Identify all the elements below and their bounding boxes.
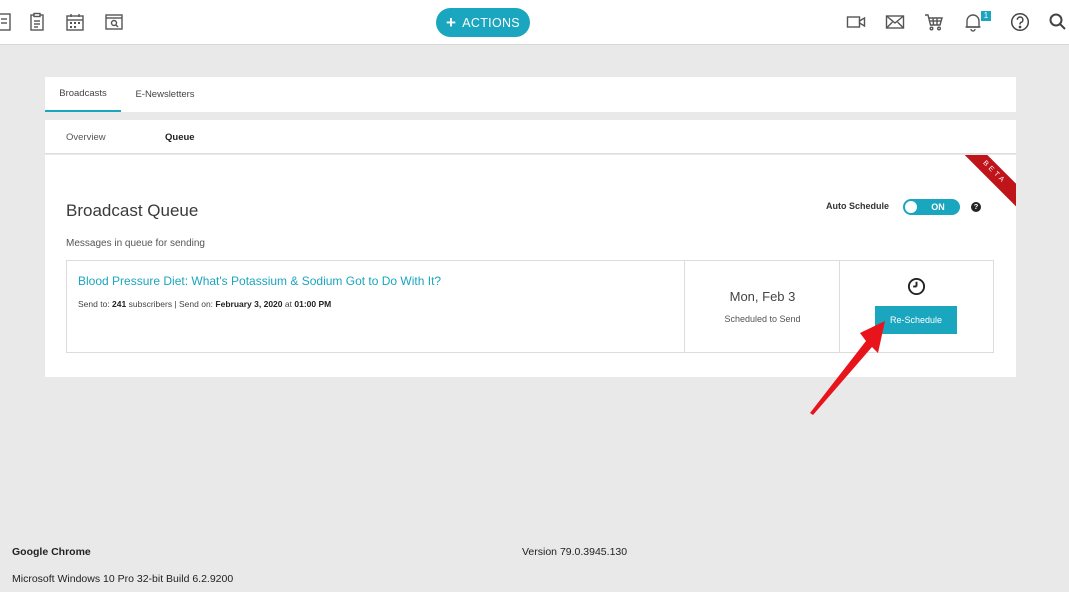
toggle-state: ON — [931, 202, 945, 212]
page-subtitle: Messages in queue for sending — [66, 238, 205, 249]
browser-name: Google Chrome — [12, 546, 91, 558]
auto-schedule-help-icon[interactable]: ? — [971, 202, 981, 212]
clipboard-icon[interactable] — [26, 11, 48, 33]
list-icon[interactable] — [0, 11, 16, 33]
notification-count-badge: 1 — [981, 11, 991, 21]
queue-item-schedule: Mon, Feb 3 Scheduled to Send — [685, 261, 840, 352]
top-toolbar: + ACTIONS 1 — [0, 0, 1069, 45]
subtab-queue[interactable]: Queue — [165, 120, 195, 154]
os-info: Microsoft Windows 10 Pro 32-bit Build 6.… — [12, 573, 234, 585]
broadcast-tabs: Broadcasts E-Newsletters — [45, 77, 1016, 112]
subscriber-count: 241 — [112, 299, 127, 309]
re-schedule-button[interactable]: Re-Schedule — [875, 306, 957, 334]
message-title-link[interactable]: Blood Pressure Diet: What's Potassium & … — [78, 274, 441, 288]
clock-icon — [907, 277, 926, 296]
subscribers-label: subscribers | Send on: — [128, 299, 214, 309]
queue-item: Blood Pressure Diet: What's Potassium & … — [66, 260, 994, 353]
beta-ribbon: BETA — [960, 155, 1016, 211]
actions-label: ACTIONS — [462, 15, 520, 30]
schedule-status: Scheduled to Send — [724, 314, 801, 324]
plus-icon: + — [446, 13, 457, 32]
scheduled-date: Mon, Feb 3 — [729, 289, 796, 304]
queue-item-actions: Re-Schedule — [840, 261, 993, 352]
tab-e-newsletters[interactable]: E-Newsletters — [129, 77, 201, 112]
queue-item-details: Blood Pressure Diet: What's Potassium & … — [67, 261, 685, 352]
toggle-knob — [905, 201, 917, 213]
cart-icon[interactable] — [923, 11, 945, 33]
auto-schedule-toggle[interactable]: ON — [903, 199, 960, 215]
auto-schedule-label: Auto Schedule — [826, 201, 890, 211]
at-label: at — [284, 299, 292, 309]
mail-icon[interactable] — [884, 11, 906, 33]
video-icon[interactable] — [845, 11, 867, 33]
queue-subtabs: Overview Queue — [45, 120, 1016, 154]
tab-broadcasts[interactable]: Broadcasts — [45, 77, 121, 112]
broadcast-queue-panel: BETA Broadcast Queue Messages in queue f… — [45, 155, 1016, 377]
send-time: 01:00 PM — [294, 299, 332, 309]
send-date: February 3, 2020 — [215, 299, 283, 309]
actions-button[interactable]: + ACTIONS — [436, 8, 530, 37]
browser-search-icon[interactable] — [103, 11, 125, 33]
subtab-overview[interactable]: Overview — [66, 120, 106, 154]
calendar-icon[interactable] — [64, 11, 86, 33]
send-to-label: Send to: — [78, 299, 110, 309]
page-title: Broadcast Queue — [66, 201, 199, 220]
search-icon[interactable] — [1047, 11, 1069, 33]
help-icon[interactable] — [1009, 11, 1031, 33]
beta-ribbon-label: BETA — [960, 155, 1016, 207]
browser-version: Version 79.0.3945.130 — [522, 546, 628, 558]
message-meta: Send to: 241 subscribers | Send on: Febr… — [78, 299, 331, 309]
